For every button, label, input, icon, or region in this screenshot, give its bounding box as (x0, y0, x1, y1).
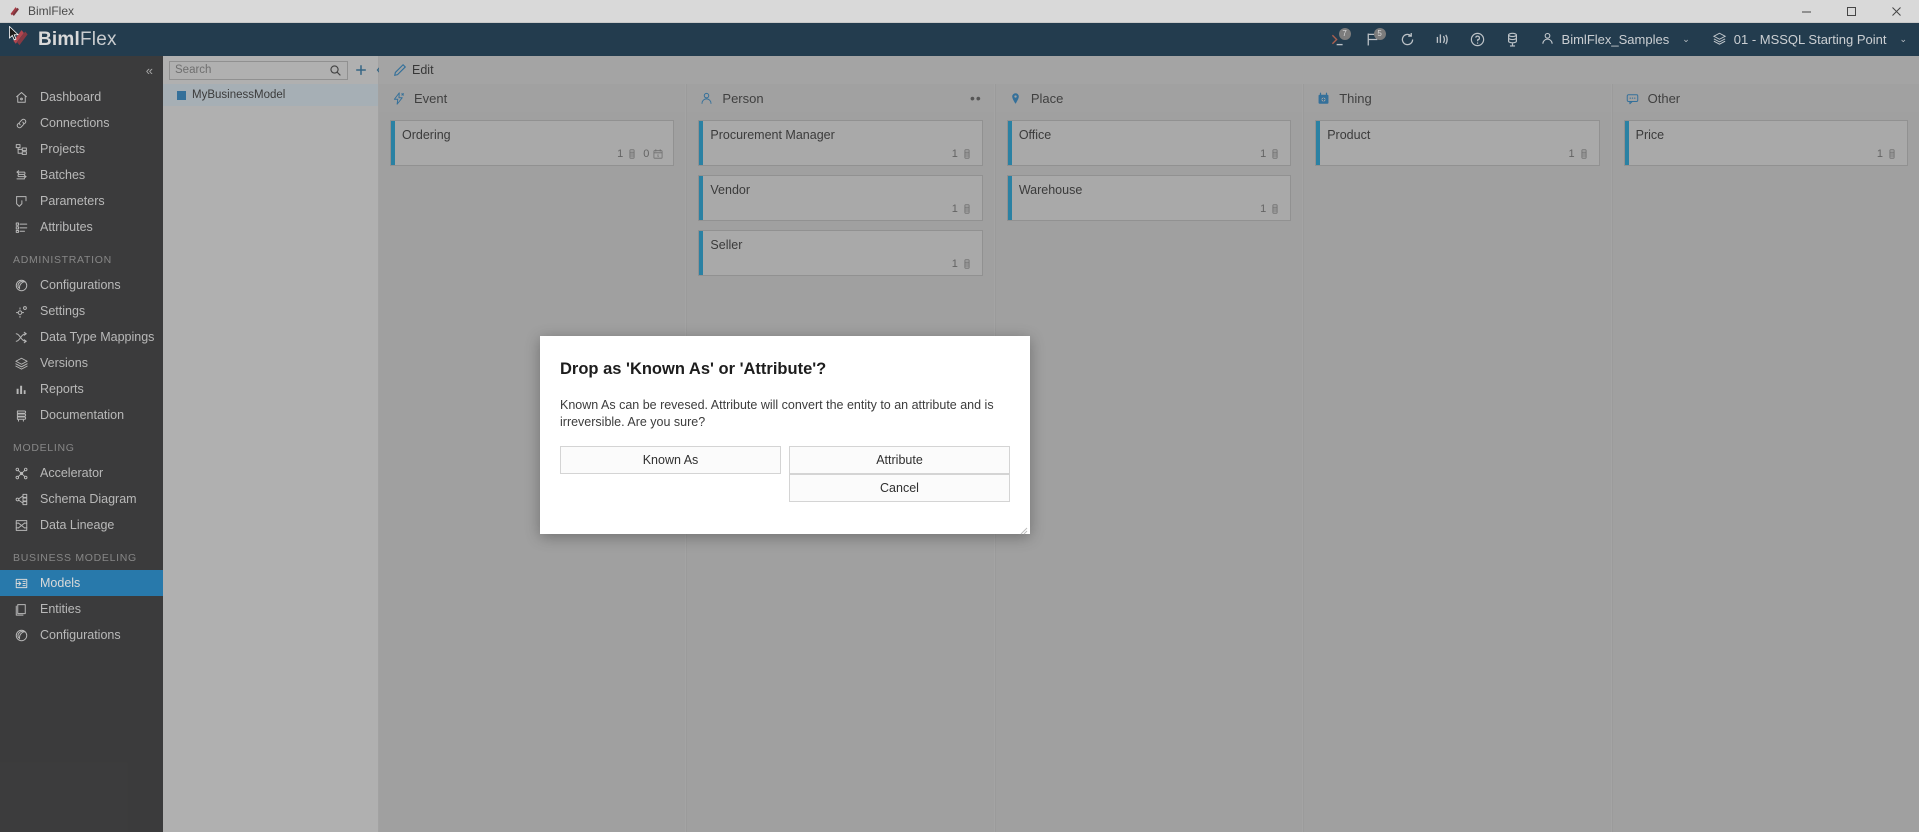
cancel-button[interactable]: Cancel (789, 474, 1010, 502)
dialog-message: Known As can be revesed. Attribute will … (540, 379, 1030, 430)
attribute-button[interactable]: Attribute (789, 446, 1010, 474)
application-window: BimlFlex BimlFlex (0, 0, 1919, 832)
dialog-resize-handle[interactable] (1018, 522, 1028, 532)
confirm-dialog: Drop as 'Known As' or 'Attribute'? Known… (540, 336, 1030, 534)
dialog-buttons: Known As Attribute Cancel (540, 430, 1030, 502)
dialog-title: Drop as 'Known As' or 'Attribute'? (540, 336, 1030, 379)
dialog-button-column: Attribute Cancel (789, 446, 1010, 502)
known-as-button[interactable]: Known As (560, 446, 781, 474)
